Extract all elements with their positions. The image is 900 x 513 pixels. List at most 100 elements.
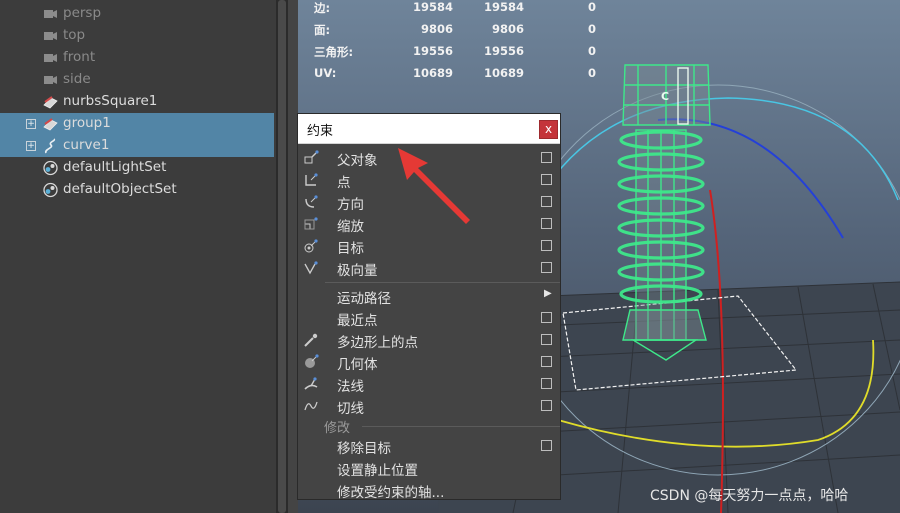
menu-item-label: 方向 — [337, 197, 364, 213]
menu-title: 约束 — [307, 124, 334, 139]
option-box[interactable] — [541, 440, 552, 451]
expand-toggle[interactable]: + — [26, 141, 36, 151]
hud-row: 面: 9806 9806 0 — [308, 16, 598, 38]
menu-section-label: 修改 — [324, 421, 351, 436]
menu-item-label: 目标 — [337, 241, 364, 257]
menu-item-label: 父对象 — [337, 153, 378, 169]
option-box[interactable] — [541, 152, 552, 163]
hud-value: 19584 — [483, 0, 524, 14]
menu-separator — [325, 282, 560, 283]
close-button[interactable]: x — [539, 120, 558, 139]
hud-value: 19556 — [483, 44, 524, 58]
outliner-item-label: side — [63, 71, 91, 87]
menu-item-aim[interactable]: 目标 — [298, 235, 560, 257]
menu-item-point[interactable]: 点 — [298, 169, 560, 191]
hud-label: 面: — [314, 23, 331, 37]
menu-item-motion-path[interactable]: 运动路径 ▶ — [298, 285, 560, 307]
menu-item-label: 多边形上的点 — [337, 335, 418, 351]
outliner-item-label: front — [63, 49, 96, 65]
expand-toggle[interactable]: + — [26, 119, 36, 129]
outliner-item-label: top — [63, 27, 86, 43]
pole-vector-icon — [303, 260, 319, 276]
menu-item-scale[interactable]: 缩放 — [298, 213, 560, 235]
option-box[interactable] — [541, 218, 552, 229]
menu-item-modify-constrained-axis[interactable]: 修改受约束的轴... — [298, 479, 560, 501]
menu-item-point-on-poly[interactable]: 多边形上的点 — [298, 329, 560, 351]
option-box[interactable] — [541, 356, 552, 367]
menu-separator — [362, 426, 560, 427]
option-box[interactable] — [541, 312, 552, 323]
scale-constraint-icon — [303, 216, 319, 232]
rotate-ring-cyan — [537, 97, 899, 201]
menu-item-set-rest-position[interactable]: 设置静止位置 — [298, 457, 560, 479]
outliner-item-curve1[interactable]: + curve1 — [0, 135, 274, 157]
outliner-item-defaultlightset[interactable]: defaultLightSet — [0, 157, 274, 179]
hud-value: 10689 — [483, 66, 524, 80]
menu-item-label: 法线 — [337, 379, 364, 395]
hud-label: 边: — [314, 1, 331, 15]
constrain-menu: 约束 x 父对象 点 方向 缩放 目标 极向量 运动路径 ▶ 最近点 多边形上的… — [297, 113, 561, 501]
hud-value: 0 — [587, 0, 596, 14]
outliner-item-label: persp — [63, 5, 102, 21]
menu-item-normal[interactable]: 法线 — [298, 373, 560, 395]
outliner-item-top[interactable]: top — [0, 25, 274, 47]
group-icon — [42, 116, 59, 132]
camera-icon — [42, 6, 59, 22]
point-constraint-icon — [303, 172, 319, 188]
option-box[interactable] — [541, 262, 552, 273]
tangent-constraint-icon — [303, 398, 319, 414]
option-box[interactable] — [541, 400, 552, 411]
menu-titlebar[interactable]: 约束 x — [298, 114, 560, 144]
outliner-item-label: defaultObjectSet — [63, 181, 177, 197]
option-box[interactable] — [541, 378, 552, 389]
option-box[interactable] — [541, 240, 552, 251]
outliner-item-label: nurbsSquare1 — [63, 93, 158, 109]
outliner-scrollbar[interactable] — [276, 0, 288, 513]
menu-item-label: 切线 — [337, 401, 364, 417]
hud-row: 边: 19584 19584 0 — [308, 0, 598, 16]
menu-item-label: 修改受约束的轴... — [337, 485, 445, 501]
menu-item-geometry[interactable]: 几何体 — [298, 351, 560, 373]
menu-item-closest-point[interactable]: 最近点 — [298, 307, 560, 329]
scrollbar-thumb[interactable] — [278, 0, 286, 513]
menu-item-label: 点 — [337, 175, 351, 191]
outliner-item-front[interactable]: front — [0, 47, 274, 69]
menu-item-label: 设置静止位置 — [337, 463, 418, 479]
menu-item-tangent[interactable]: 切线 — [298, 395, 560, 417]
menu-item-orient[interactable]: 方向 — [298, 191, 560, 213]
curve-icon — [42, 138, 59, 154]
outliner-item-label: defaultLightSet — [63, 159, 167, 175]
outliner-item-persp[interactable]: persp — [0, 3, 274, 25]
outliner-item-nurbssquare1[interactable]: nurbsSquare1 — [0, 91, 274, 113]
menu-item-label: 缩放 — [337, 219, 364, 235]
menu-item-pole-vector[interactable]: 极向量 — [298, 257, 560, 279]
hud-value: 0 — [587, 22, 596, 36]
option-box[interactable] — [541, 196, 552, 207]
hud-value: 19556 — [412, 44, 453, 58]
outliner-item-side[interactable]: side — [0, 69, 274, 91]
geometry-constraint-icon — [303, 354, 319, 370]
option-box[interactable] — [541, 334, 552, 345]
menu-item-remove-target[interactable]: 移除目标 — [298, 435, 560, 457]
hud-label: 三角形: — [314, 45, 354, 59]
aim-constraint-icon — [303, 238, 319, 254]
option-box[interactable] — [541, 174, 552, 185]
submenu-arrow-icon: ▶ — [544, 288, 552, 299]
hud-value: 9806 — [420, 22, 453, 36]
screw-label: C — [661, 90, 669, 103]
hud-value: 10689 — [412, 66, 453, 80]
hud-value: 0 — [587, 66, 596, 80]
point-on-poly-icon — [303, 332, 319, 348]
camera-icon — [42, 50, 59, 66]
outliner-item-defaultobjectset[interactable]: defaultObjectSet — [0, 179, 274, 201]
watermark-text: CSDN @每天努力一点点，哈哈 — [650, 488, 849, 504]
hud-row: 三角形: 19556 19556 0 — [308, 38, 598, 60]
parent-constraint-icon — [303, 150, 319, 166]
camera-icon — [42, 72, 59, 88]
set-icon — [42, 182, 59, 198]
menu-item-parent[interactable]: 父对象 — [298, 147, 560, 169]
hud-value: 19584 — [412, 0, 453, 14]
outliner-item-group1[interactable]: + group1 — [0, 113, 274, 135]
hud-label: UV: — [314, 66, 337, 80]
menu-item-label: 几何体 — [337, 357, 378, 373]
